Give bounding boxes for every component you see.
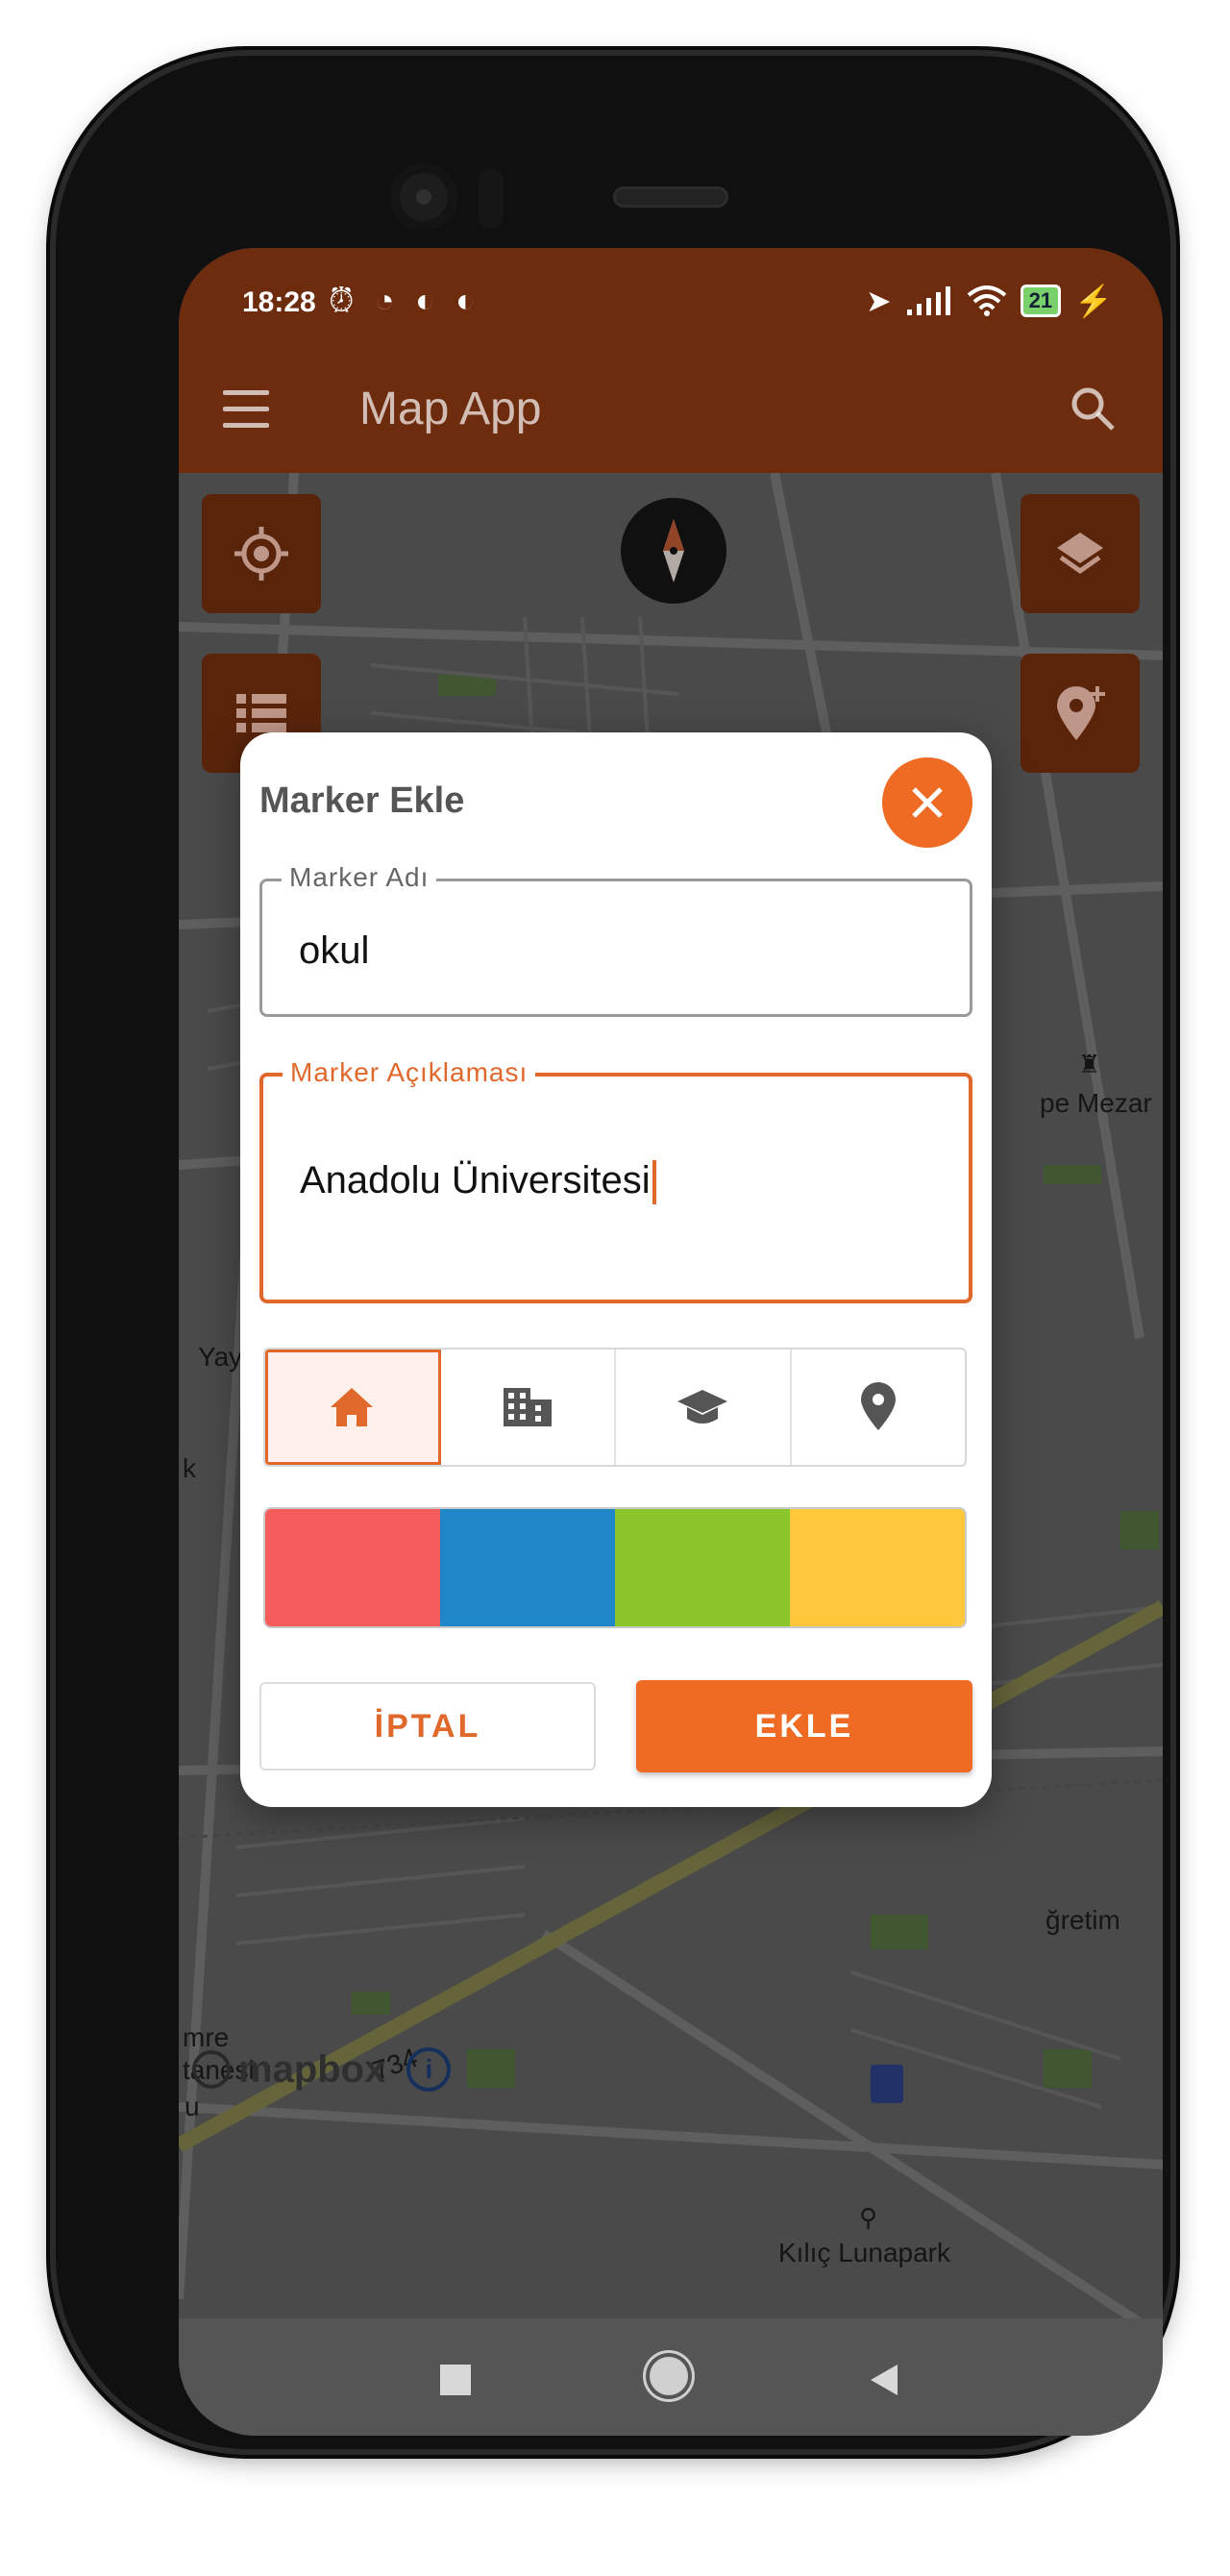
color-swatch-red[interactable] bbox=[265, 1509, 440, 1626]
marker-name-field[interactable]: Marker Adı bbox=[259, 862, 972, 1017]
alarm-off-icon: ⏰︎ bbox=[329, 283, 360, 319]
home-icon bbox=[331, 1388, 374, 1426]
icon-option-home[interactable] bbox=[265, 1350, 441, 1465]
building-icon bbox=[503, 1388, 552, 1426]
close-button[interactable] bbox=[882, 757, 972, 848]
app-notification-icon: ◐ bbox=[414, 283, 441, 319]
status-bar: 18:28 ⏰︎ ◔ ◐ ◐ ➤ 21 ⚡ bbox=[179, 248, 1163, 354]
menu-icon[interactable] bbox=[223, 390, 269, 429]
proximity-sensor bbox=[479, 169, 504, 229]
earpiece-speaker bbox=[613, 186, 728, 208]
app-title: Map App bbox=[359, 384, 542, 434]
charging-icon: ⚡ bbox=[1074, 284, 1113, 318]
cell-signal-icon bbox=[906, 286, 950, 315]
graduation-cap-icon bbox=[677, 1390, 728, 1424]
app-bar: Map App bbox=[179, 354, 1163, 473]
dialog-title: Marker Ekle bbox=[259, 780, 465, 821]
app-notification-icon: ◐ bbox=[455, 283, 481, 319]
status-system-icons: ➤ 21 ⚡ bbox=[866, 283, 1113, 319]
color-swatch-blue[interactable] bbox=[440, 1509, 615, 1626]
system-nav-bar bbox=[179, 2318, 1163, 2436]
wifi-icon bbox=[967, 285, 1006, 316]
cancel-button[interactable]: İPTAL bbox=[259, 1682, 596, 1771]
color-selector bbox=[263, 1507, 967, 1628]
alarm-clock-icon: ◔ bbox=[374, 283, 401, 319]
home-button[interactable] bbox=[650, 2357, 688, 2395]
icon-option-building[interactable] bbox=[441, 1350, 616, 1465]
recents-button[interactable] bbox=[440, 2365, 471, 2395]
icon-option-pin[interactable] bbox=[792, 1350, 966, 1465]
marker-description-field[interactable]: Marker Açıklaması Anadolu Üniversitesi bbox=[259, 1057, 972, 1303]
icon-selector bbox=[263, 1348, 967, 1467]
back-button[interactable] bbox=[869, 2363, 899, 2397]
marker-name-label: Marker Adı bbox=[282, 862, 437, 893]
map-pin-icon bbox=[860, 1382, 896, 1430]
battery-level: 21 bbox=[1020, 285, 1062, 317]
marker-name-input[interactable] bbox=[299, 929, 914, 973]
marker-description-input[interactable]: Anadolu Üniversitesi bbox=[300, 1159, 915, 1205]
color-swatch-yellow[interactable] bbox=[790, 1509, 965, 1626]
close-icon bbox=[912, 787, 943, 818]
marker-description-label: Marker Açıklaması bbox=[283, 1057, 536, 1088]
search-icon[interactable] bbox=[1069, 384, 1117, 433]
icon-option-school[interactable] bbox=[616, 1350, 792, 1465]
front-camera bbox=[390, 163, 457, 231]
color-swatch-green[interactable] bbox=[615, 1509, 790, 1626]
marker-description-text: Anadolu Üniversitesi bbox=[300, 1159, 651, 1201]
add-marker-dialog: Marker Ekle Marker Adı Marker Açıklaması… bbox=[240, 732, 992, 1807]
location-arrow-icon: ➤ bbox=[865, 284, 892, 318]
add-button[interactable]: EKLE bbox=[636, 1680, 972, 1772]
status-notification-icons: ⏰︎ ◔ ◐ ◐ bbox=[329, 283, 481, 320]
text-caret bbox=[652, 1160, 656, 1205]
status-time: 18:28 bbox=[242, 286, 316, 318]
